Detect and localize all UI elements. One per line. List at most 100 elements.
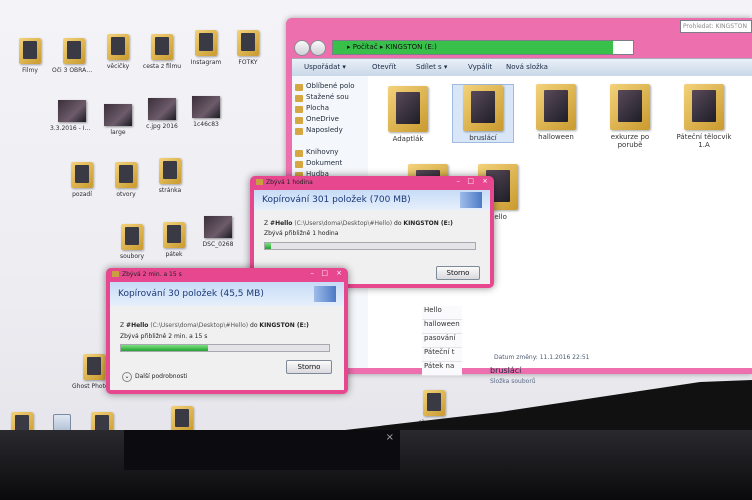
search-input[interactable]: Prohledat: KINGSTON [680, 20, 752, 33]
list-item[interactable]: Pátek na [422, 362, 462, 376]
desktop-icon[interactable]: Oči 3 OBRAZKY [52, 38, 96, 74]
from-prefix: Z [120, 322, 125, 329]
dialog-body: Kopírování 30 položek (45,5 MB) Z #Hello… [110, 282, 344, 390]
list-item[interactable]: pasování [422, 334, 462, 348]
folder-item[interactable]: Adaptlák [378, 86, 438, 143]
cancel-button[interactable]: Storno [436, 266, 480, 280]
open-button[interactable]: Otevřít [372, 63, 396, 71]
list-item[interactable]: Páteční t [422, 348, 462, 362]
time-remaining: Zbývá přibližně 1 hodina [264, 230, 339, 237]
folder-icon [423, 390, 445, 416]
strip-close-icon[interactable]: × [386, 432, 394, 443]
share-button[interactable]: Sdílet s ▾ [416, 63, 447, 71]
dialog-maximize-button[interactable]: □ [321, 269, 328, 277]
copy-dialog-small[interactable]: Zbývá 2 min. a 15 s – □ × Kopírování 30 … [106, 268, 348, 394]
list-item[interactable]: halloween [422, 320, 462, 334]
from-name: #Hello [270, 220, 293, 227]
nav-folder-icon [295, 106, 303, 113]
folder-icon [159, 158, 181, 184]
nav-item[interactable]: Knihovny [292, 148, 368, 159]
folder-label: Adaptlák [392, 135, 424, 143]
nav-item[interactable]: Stažené sou [292, 93, 368, 104]
desktop-icon-label: c.jpg 2016 [146, 123, 178, 130]
nav-item-label: Knihovny [306, 148, 339, 156]
maximize-button[interactable]: □ [708, 22, 716, 31]
from-name: #Hello [126, 322, 149, 329]
to-word: do [394, 220, 402, 227]
dialog-close-button[interactable]: × [336, 269, 342, 277]
folder-icon [684, 84, 724, 130]
desktop-icon[interactable]: DSC_0268 [196, 216, 240, 248]
nav-item[interactable]: Dokument [292, 159, 368, 170]
address-field[interactable]: ▸ Počítač ▸ KINGSTON (E:) [332, 40, 634, 55]
cancel-button[interactable]: Storno [286, 360, 332, 374]
copy-animation-icon [314, 286, 336, 302]
desktop-icon-label: 3.3.2016 - IMG [50, 125, 94, 132]
desktop-icon[interactable]: věcičky [96, 34, 140, 70]
desktop-icon[interactable]: FOTKY [226, 30, 270, 66]
desktop-icon[interactable]: 1c46c83 [184, 96, 228, 128]
address-bar: ▸ Počítač ▸ KINGSTON (E:) Prohledat: KIN… [292, 20, 752, 56]
desktop-icon-label: pozadí [72, 191, 92, 198]
nav-item[interactable]: Plocha [292, 104, 368, 115]
nav-item[interactable]: Naposledy [292, 126, 368, 137]
desktop-icon-label: Filmy [22, 67, 38, 74]
burn-button[interactable]: Vypálit [468, 63, 492, 71]
desktop-icon[interactable]: soubory [110, 224, 154, 260]
folder-item[interactable]: Páteční tělocvik 1.A [674, 84, 734, 149]
dialog-close-button[interactable]: × [482, 177, 488, 185]
desktop-icon-label: large [110, 129, 126, 136]
organize-button[interactable]: Uspořádat ▾ [304, 63, 346, 71]
desktop-icon[interactable]: Instagram [184, 30, 228, 66]
desktop-icon[interactable]: obrazovka [412, 390, 456, 426]
copy-source-line: Z #Hello (C:\Users\doma\Desktop\#Hello) … [120, 322, 309, 329]
new-folder-button[interactable]: Nová složka [506, 63, 548, 71]
desktop-icon[interactable]: 3.3.2016 - IMG [50, 100, 94, 132]
dialog-maximize-button[interactable]: □ [467, 177, 474, 185]
folder-label: bruslácí [469, 134, 497, 142]
folder-icon [195, 30, 217, 56]
folder-icon [71, 162, 93, 188]
dialog-minimize-button[interactable]: – [311, 269, 315, 277]
desktop-icon[interactable]: otvory [104, 162, 148, 198]
progress-fill [121, 345, 209, 351]
nav-item[interactable]: Oblíbené polo [292, 82, 368, 93]
dialog-minimize-button[interactable]: – [457, 177, 461, 185]
desktop-icon[interactable]: Filmy [8, 38, 52, 74]
forward-button[interactable] [310, 40, 326, 56]
desktop-icon[interactable]: cesta z filmu [140, 34, 184, 70]
nav-item[interactable]: OneDrive [292, 115, 368, 126]
folder-item[interactable]: halloween [526, 84, 586, 141]
desktop-icon[interactable]: stránka [148, 158, 192, 194]
folder-icon [151, 34, 173, 60]
close-button[interactable]: × [732, 22, 739, 31]
nav-item-label: Stažené sou [306, 93, 349, 101]
nav-folder-icon [295, 150, 303, 157]
folder-item[interactable]: exkurze po porubě [600, 84, 660, 149]
desktop-icon[interactable]: c.jpg 2016 [140, 98, 184, 130]
dialog-heading-text: Kopírování 301 položek (700 MB) [262, 195, 411, 205]
folder-item[interactable]: bruslácí [452, 84, 514, 143]
nav-folder-icon [295, 161, 303, 168]
image-thumbnail-icon [204, 216, 232, 238]
desktop-icon-label: pátek [165, 251, 183, 258]
details-name: bruslácí [490, 366, 522, 375]
back-button[interactable] [294, 40, 310, 56]
desktop-icon[interactable]: large [96, 104, 140, 136]
more-details-button[interactable]: Další podrobnosti [122, 372, 187, 382]
list-item[interactable]: Hello [422, 306, 462, 320]
desktop-icon[interactable]: pozadí [60, 162, 104, 198]
dialog-heading: Kopírování 301 položek (700 MB) [254, 190, 490, 210]
folder-icon [163, 222, 185, 248]
folder-icon [463, 85, 503, 131]
from-path: (C:\Users\doma\Desktop\#Hello) [150, 322, 249, 329]
desktop-icon[interactable]: pátek [152, 222, 196, 258]
folder-label: exkurze po porubě [610, 133, 650, 149]
image-thumbnail-icon [58, 100, 86, 122]
desktop-icon-label: 1c46c83 [193, 121, 219, 128]
command-bar: Uspořádat ▾ Otevřít Sdílet s ▾ Vypálit N… [292, 58, 752, 78]
minimize-button[interactable]: – [684, 22, 688, 31]
dialog-heading-text: Kopírování 30 položek (45,5 MB) [118, 289, 264, 299]
nav-item-label: OneDrive [306, 115, 339, 123]
nav-item[interactable] [292, 137, 368, 148]
